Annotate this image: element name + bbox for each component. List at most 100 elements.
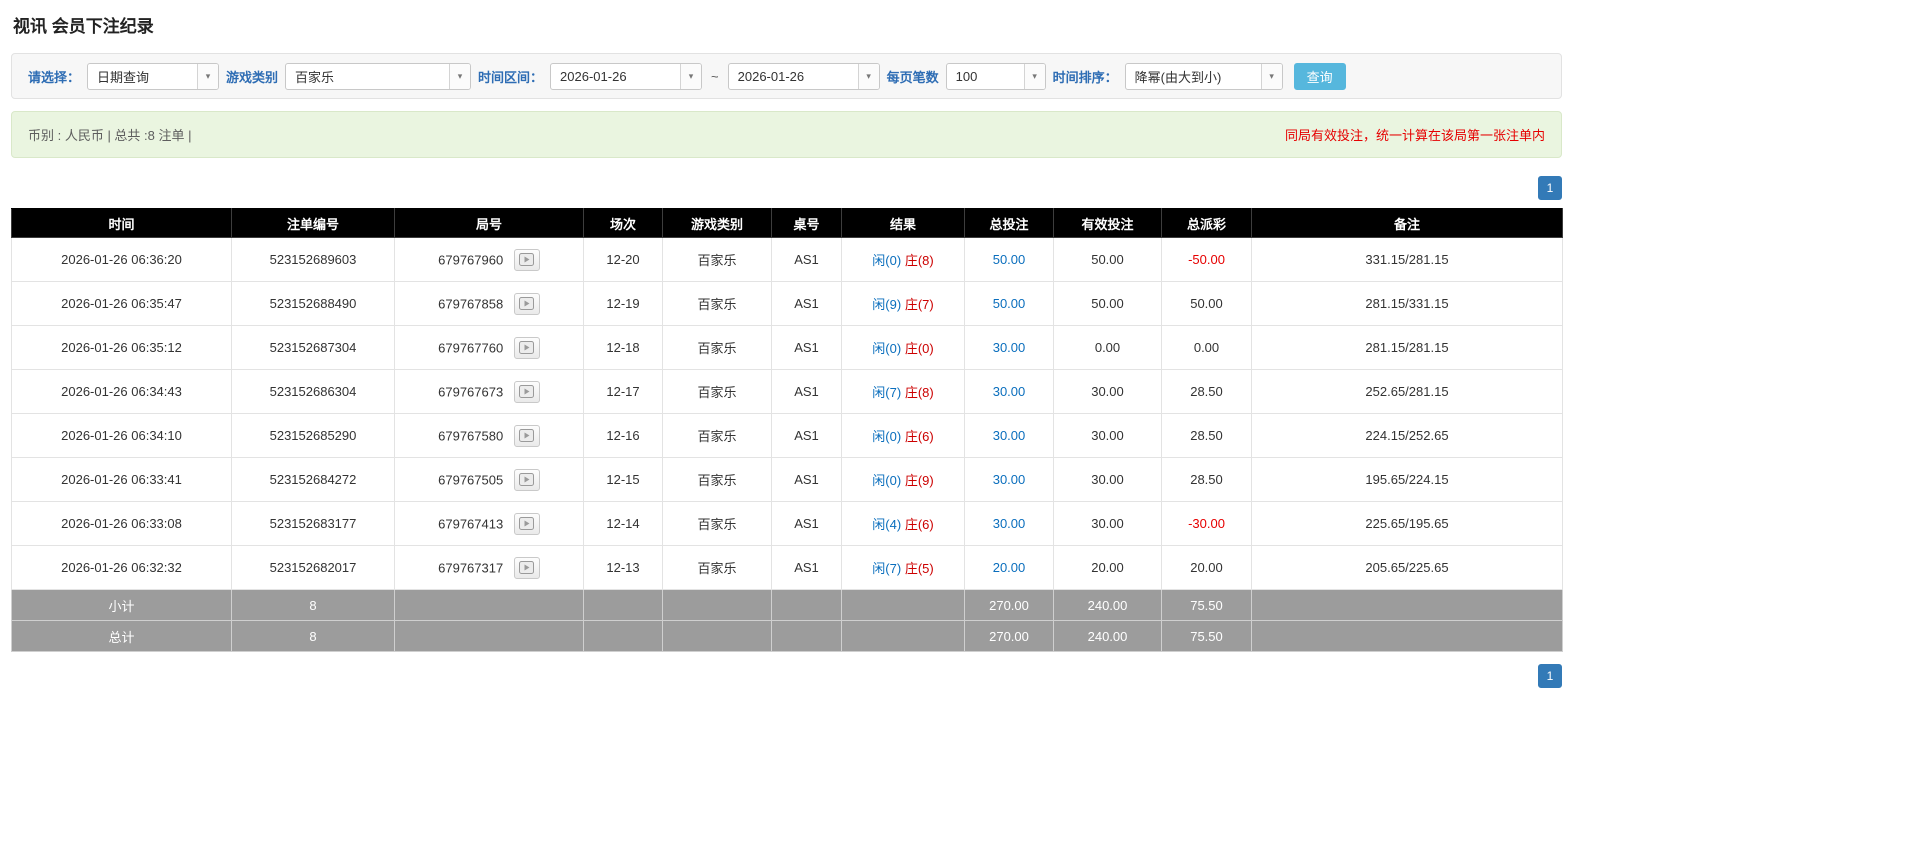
result-player: 闲(7)	[872, 561, 902, 576]
total-payout: 75.50	[1161, 620, 1252, 652]
chevron-down-icon[interactable]: ▾	[197, 63, 219, 89]
page-size-value: 100	[955, 68, 978, 84]
cell-table-no: AS1	[771, 369, 842, 414]
view-round-button[interactable]	[513, 292, 540, 315]
cell-payout: 28.50	[1161, 413, 1252, 458]
chevron-down-icon[interactable]: ▾	[1260, 63, 1282, 89]
cell-time: 2026-01-26 06:32:32	[11, 545, 232, 590]
chevron-down-icon[interactable]: ▾	[1023, 63, 1045, 89]
total-bet-link[interactable]: 50.00	[993, 252, 1026, 267]
total-count: 8	[231, 620, 395, 652]
result-player: 闲(0)	[872, 253, 902, 268]
cell-round: 679767505	[394, 457, 584, 502]
cell-game-type: 百家乐	[662, 281, 772, 326]
total-bet-link[interactable]: 30.00	[993, 340, 1026, 355]
subtotal-label: 小计	[11, 589, 232, 621]
payout-value: 28.50	[1190, 428, 1223, 443]
cell-table-no: AS1	[771, 545, 842, 590]
cell-game-type: 百家乐	[662, 501, 772, 546]
table-row: 2026-01-26 06:36:20 523152689603 6797679…	[11, 237, 1563, 282]
view-round-button[interactable]	[513, 468, 540, 491]
chevron-down-icon[interactable]: ▾	[857, 63, 879, 89]
cell-session: 12-15	[583, 457, 663, 502]
page-size-label: 每页笔数	[886, 69, 939, 85]
table-row: 2026-01-26 06:34:10 523152685290 6797675…	[11, 413, 1563, 458]
total-row: 总计 8 270.00 240.00 75.50	[11, 620, 1563, 652]
column-header-table-no: 桌号	[771, 208, 842, 238]
replay-icon	[519, 385, 535, 398]
table-body: 2026-01-26 06:36:20 523152689603 6797679…	[11, 237, 1563, 590]
game-type-label: 游戏类别	[226, 69, 279, 85]
cell-time: 2026-01-26 06:33:41	[11, 457, 232, 502]
result-banker: 庄(6)	[904, 517, 934, 532]
total-bet-link[interactable]: 30.00	[993, 472, 1026, 487]
result-banker: 庄(8)	[904, 253, 934, 268]
cell-round: 679767413	[394, 501, 584, 546]
subtotal-total-bet: 270.00	[964, 589, 1054, 621]
cell-bet-id: 523152689603	[231, 237, 395, 282]
subtotal-count: 8	[231, 589, 395, 621]
page-button-1[interactable]: 1	[1538, 176, 1562, 200]
cell-round: 679767580	[394, 413, 584, 458]
replay-icon	[519, 561, 535, 574]
cell-table-no: AS1	[771, 237, 842, 282]
total-bet-link[interactable]: 30.00	[993, 384, 1026, 399]
chevron-down-icon[interactable]: ▾	[449, 63, 471, 89]
subtotal-payout: 75.50	[1161, 589, 1252, 621]
column-header-session: 场次	[583, 208, 663, 238]
cell-time: 2026-01-26 06:34:43	[11, 369, 232, 414]
cell-session: 12-20	[583, 237, 663, 282]
payout-value: 28.50	[1190, 384, 1223, 399]
result-banker: 庄(5)	[904, 561, 934, 576]
game-type-select[interactable]: 百家乐 ▾	[285, 62, 472, 90]
total-bet-link[interactable]: 20.00	[993, 560, 1026, 575]
cell-round: 679767960	[394, 237, 584, 282]
total-bet-link[interactable]: 50.00	[993, 296, 1026, 311]
table-row: 2026-01-26 06:35:47 523152688490 6797678…	[11, 281, 1563, 326]
cell-bet-id: 523152684272	[231, 457, 395, 502]
chevron-down-icon[interactable]: ▾	[680, 63, 702, 89]
cell-result: 闲(7) 庄(5)	[841, 545, 965, 590]
payout-value: 0.00	[1193, 340, 1220, 355]
cell-bet-id: 523152687304	[231, 325, 395, 370]
replay-icon	[519, 341, 535, 354]
cell-payout: -30.00	[1161, 501, 1252, 546]
query-button[interactable]: 查询	[1293, 62, 1346, 90]
total-bet-link[interactable]: 30.00	[993, 516, 1026, 531]
payout-value: -30.00	[1188, 516, 1225, 531]
view-round-button[interactable]	[513, 248, 540, 271]
date-to-picker[interactable]: 2026-01-26 ▾	[727, 62, 880, 90]
subtotal-row: 小计 8 270.00 240.00 75.50	[11, 589, 1563, 621]
total-valid-bet: 240.00	[1053, 620, 1162, 652]
view-round-button[interactable]	[513, 556, 540, 579]
cell-table-no: AS1	[771, 325, 842, 370]
total-bet-link[interactable]: 30.00	[993, 428, 1026, 443]
replay-icon	[519, 473, 535, 486]
query-type-select[interactable]: 日期查询 ▾	[87, 62, 220, 90]
cell-bet-id: 523152683177	[231, 501, 395, 546]
cell-valid-bet: 30.00	[1053, 501, 1162, 546]
view-round-button[interactable]	[513, 336, 540, 359]
page-size-select[interactable]: 100 ▾	[945, 62, 1046, 90]
date-from-picker[interactable]: 2026-01-26 ▾	[550, 62, 703, 90]
view-round-button[interactable]	[513, 512, 540, 535]
subtotal-valid-bet: 240.00	[1053, 589, 1162, 621]
cell-valid-bet: 30.00	[1053, 457, 1162, 502]
column-header-round: 局号	[394, 208, 584, 238]
cell-time: 2026-01-26 06:34:10	[11, 413, 232, 458]
result-banker: 庄(8)	[904, 385, 934, 400]
table-header-row: 时间 注单编号 局号 场次 游戏类别 桌号 结果 总投注 有效投注 总派彩 备注	[11, 208, 1563, 238]
page-button-1[interactable]: 1	[1538, 664, 1562, 688]
cell-round: 679767858	[394, 281, 584, 326]
view-round-button[interactable]	[513, 380, 540, 403]
cell-time: 2026-01-26 06:35:12	[11, 325, 232, 370]
cell-total-bet: 30.00	[964, 413, 1054, 458]
sort-order-select[interactable]: 降幂(由大到小) ▾	[1124, 62, 1283, 90]
cell-round: 679767673	[394, 369, 584, 414]
cell-payout: 28.50	[1161, 457, 1252, 502]
result-banker: 庄(0)	[904, 341, 934, 356]
cell-total-bet: 20.00	[964, 545, 1054, 590]
view-round-button[interactable]	[513, 424, 540, 447]
table-row: 2026-01-26 06:35:12 523152687304 6797677…	[11, 325, 1563, 370]
cell-game-type: 百家乐	[662, 237, 772, 282]
